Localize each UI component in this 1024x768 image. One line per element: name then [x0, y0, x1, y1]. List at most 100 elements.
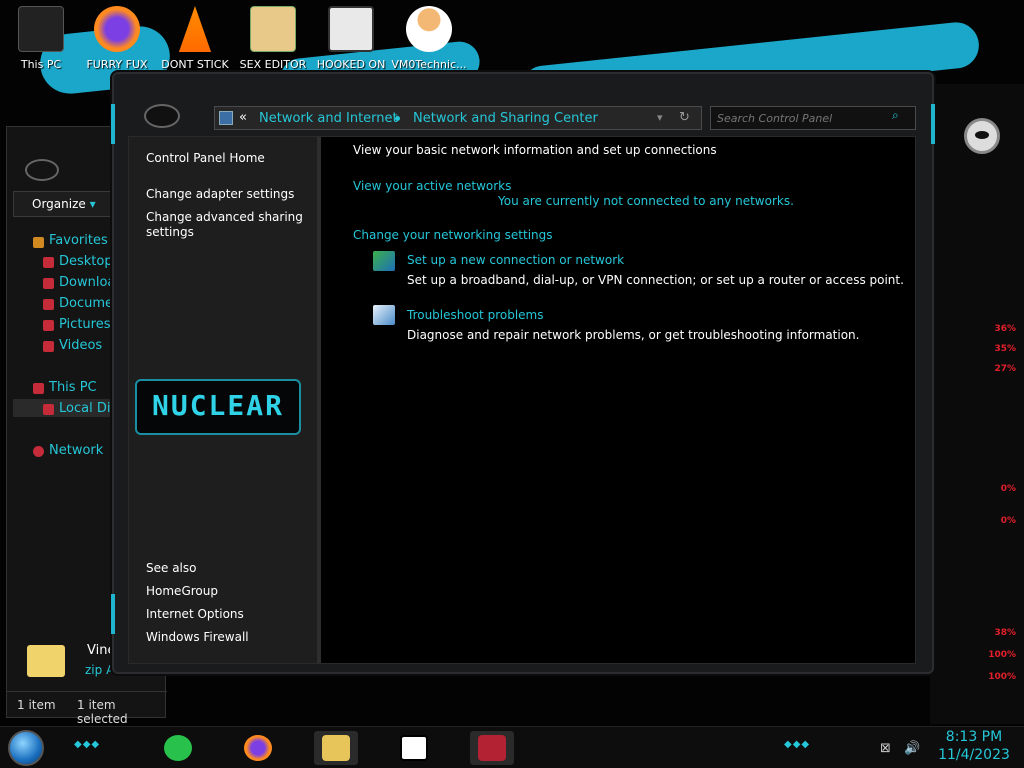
taskbar-file-explorer[interactable] — [314, 731, 358, 765]
desktop-icon-label: HOOKED ON — [316, 58, 386, 71]
folder-icon — [322, 735, 350, 761]
desktop-icon-this-pc[interactable]: This PC — [2, 6, 80, 71]
explorer-logo — [25, 159, 59, 181]
link-change-adapter-settings[interactable]: Change adapter settings — [146, 187, 306, 202]
drive-icon — [43, 404, 54, 415]
control-panel-icon — [219, 111, 233, 125]
videos-icon — [43, 341, 54, 352]
taskbar-accent: ◆◆◆ — [784, 739, 811, 750]
taskbar-7zip[interactable] — [392, 731, 436, 765]
organize-button[interactable]: Organize ▾ — [13, 191, 113, 217]
7zip-icon — [400, 735, 428, 761]
status-bar: 1 item 1 item selected — [7, 691, 167, 726]
nav-item-this-pc[interactable]: This PC — [49, 380, 97, 395]
network-sharing-center-window[interactable]: « Network and Internet Network and Shari… — [111, 72, 935, 674]
volume-icon[interactable]: 🔊 — [904, 741, 920, 756]
vlc-icon — [178, 6, 212, 52]
link-internet-options[interactable]: Internet Options — [146, 607, 306, 622]
clock-time[interactable]: 8:13 PM — [934, 729, 1014, 745]
nav-item-favorites[interactable]: Favorites — [49, 233, 108, 248]
gauge-reading: 35% — [994, 344, 1016, 354]
organize-label: Organize — [32, 197, 86, 211]
taskbar-firefox[interactable] — [236, 731, 280, 765]
desktop-icon-firefox[interactable]: FURRY FUX — [78, 6, 156, 71]
alien-logo-icon — [964, 118, 1000, 154]
firefox-icon — [94, 6, 140, 52]
star-icon — [33, 237, 44, 248]
nuclear-banner: NUCLEAR — [135, 379, 301, 435]
desktop-icon-label: FURRY FUX — [86, 58, 148, 71]
nav-item-desktop[interactable]: Desktop — [59, 254, 113, 269]
breadcrumb-separator-icon — [395, 116, 400, 121]
link-control-panel-home[interactable]: Control Panel Home — [146, 151, 306, 166]
game-icon — [478, 735, 506, 761]
pictures-icon — [43, 320, 54, 331]
desktop-icon — [43, 257, 54, 268]
clock-date[interactable]: 11/4/2023 — [934, 747, 1014, 763]
nav-item-local-disk[interactable]: Local Dis — [59, 401, 117, 416]
page-heading: View your basic network information and … — [353, 143, 717, 157]
gauge-reading: 0% — [1000, 516, 1016, 526]
zip-file-icon — [27, 645, 65, 677]
status-selected: 1 item selected — [77, 698, 128, 726]
documents-icon — [43, 299, 54, 310]
taskbar-notes[interactable] — [156, 731, 200, 765]
nav-item-pictures[interactable]: Pictures — [59, 317, 110, 332]
no-network-status: You are currently not connected to any n… — [498, 194, 794, 208]
window-logo-button[interactable] — [144, 104, 180, 128]
desktop-icon-label: VM0Technic... — [391, 58, 467, 71]
link-troubleshoot-problems[interactable]: Troubleshoot problems — [407, 308, 543, 322]
link-set-up-connection[interactable]: Set up a new connection or network — [407, 253, 624, 267]
desktop-icon-hxd[interactable]: SEX EDITOR — [234, 6, 312, 71]
change-settings-label: Change your networking settings — [353, 228, 553, 242]
gauge-reading: 0% — [1000, 484, 1016, 494]
see-also-title: See also — [146, 561, 197, 575]
active-networks-label: View your active networks — [353, 179, 512, 193]
desktop-icon-label: DONT STICK — [161, 58, 229, 71]
taskbar-game[interactable] — [470, 731, 514, 765]
main-content: View your basic network information and … — [339, 137, 915, 663]
nav-item-videos[interactable]: Videos — [59, 338, 102, 353]
frame-accent — [111, 104, 115, 144]
left-pane: Control Panel Home Change adapter settin… — [129, 137, 321, 663]
network-setup-icon — [373, 251, 395, 271]
network-icon — [33, 446, 44, 457]
frame-accent — [111, 594, 115, 634]
desktop-icon-hooked-on[interactable]: HOOKED ON — [312, 6, 390, 71]
search-input[interactable] — [710, 106, 916, 130]
link-homegroup[interactable]: HomeGroup — [146, 584, 306, 599]
refresh-icon[interactable]: ↻ — [679, 110, 690, 125]
user-icon — [406, 6, 452, 52]
gauge-reading: 100% — [988, 650, 1016, 660]
link-change-advanced-sharing[interactable]: Change advanced sharing settings — [146, 210, 306, 240]
breadcrumb-network-and-internet[interactable]: Network and Internet — [259, 111, 398, 126]
desktop: This PC FURRY FUX DONT STICK SEX EDITOR … — [0, 0, 1024, 768]
frame-accent — [931, 104, 935, 144]
nav-item-network[interactable]: Network — [49, 443, 103, 458]
system-gauge-gadget: 36% 35% 27% 0% 0% 38% 100% 100% — [930, 84, 1024, 724]
gauge-reading: 36% — [994, 324, 1016, 334]
taskbar: ◆◆◆ ◆◆◆ ⊠ 🔊 8:13 PM 11/4/2023 — [0, 726, 1024, 768]
status-item-count: 1 item — [17, 698, 56, 712]
search-icon[interactable]: ⌕ — [892, 108, 912, 128]
firefox-icon — [244, 735, 272, 761]
back-chevron[interactable]: « — [239, 110, 247, 125]
address-bar[interactable]: « Network and Internet Network and Shari… — [214, 106, 702, 130]
breadcrumb-network-sharing-center[interactable]: Network and Sharing Center — [413, 111, 598, 126]
task-description: Diagnose and repair network problems, or… — [407, 328, 860, 342]
gauge-reading: 100% — [988, 672, 1016, 682]
desktop-icon-vlc[interactable]: DONT STICK — [156, 6, 234, 71]
start-button[interactable] — [8, 730, 44, 766]
gauge-reading: 38% — [994, 628, 1016, 638]
nav-item-downloads[interactable]: Downloa — [59, 275, 115, 290]
link-windows-firewall[interactable]: Windows Firewall — [146, 630, 306, 645]
this-pc-icon — [33, 383, 44, 394]
taskbar-accent: ◆◆◆ — [74, 739, 101, 750]
downloads-icon — [43, 278, 54, 289]
notes-icon — [164, 735, 192, 761]
task-description: Set up a broadband, dial-up, or VPN conn… — [407, 273, 904, 287]
desktop-icon-vm0[interactable]: VM0Technic... — [390, 6, 468, 71]
chevron-down-icon[interactable]: ▾ — [657, 111, 663, 124]
network-disconnected-icon[interactable]: ⊠ — [880, 741, 891, 756]
desktop-icon-label: SEX EDITOR — [239, 58, 307, 71]
